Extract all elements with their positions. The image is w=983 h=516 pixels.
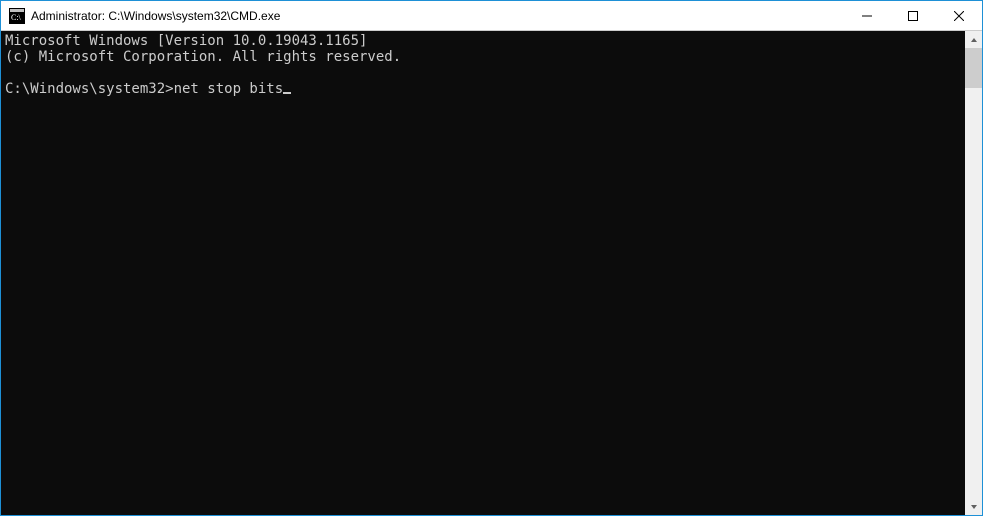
scroll-down-arrow-icon[interactable]	[965, 498, 982, 515]
console-output[interactable]: Microsoft Windows [Version 10.0.19043.11…	[1, 31, 965, 515]
titlebar[interactable]: C:\ Administrator: C:\Windows\system32\C…	[1, 1, 982, 31]
cmd-icon: C:\	[9, 8, 25, 24]
command-input[interactable]: net stop bits	[174, 81, 284, 97]
minimize-button[interactable]	[844, 1, 890, 30]
svg-text:C:\: C:\	[11, 13, 22, 22]
maximize-button[interactable]	[890, 1, 936, 30]
scroll-track[interactable]	[965, 48, 982, 498]
scroll-up-arrow-icon[interactable]	[965, 31, 982, 48]
copyright-line: (c) Microsoft Corporation. All rights re…	[5, 49, 401, 65]
window-title: Administrator: C:\Windows\system32\CMD.e…	[31, 9, 280, 23]
version-line: Microsoft Windows [Version 10.0.19043.11…	[5, 33, 367, 49]
prompt: C:\Windows\system32>	[5, 81, 174, 97]
client-area: Microsoft Windows [Version 10.0.19043.11…	[1, 31, 982, 515]
close-button[interactable]	[936, 1, 982, 30]
text-cursor	[283, 92, 291, 94]
scroll-thumb[interactable]	[965, 48, 982, 88]
window-controls	[844, 1, 982, 30]
vertical-scrollbar[interactable]	[965, 31, 982, 515]
